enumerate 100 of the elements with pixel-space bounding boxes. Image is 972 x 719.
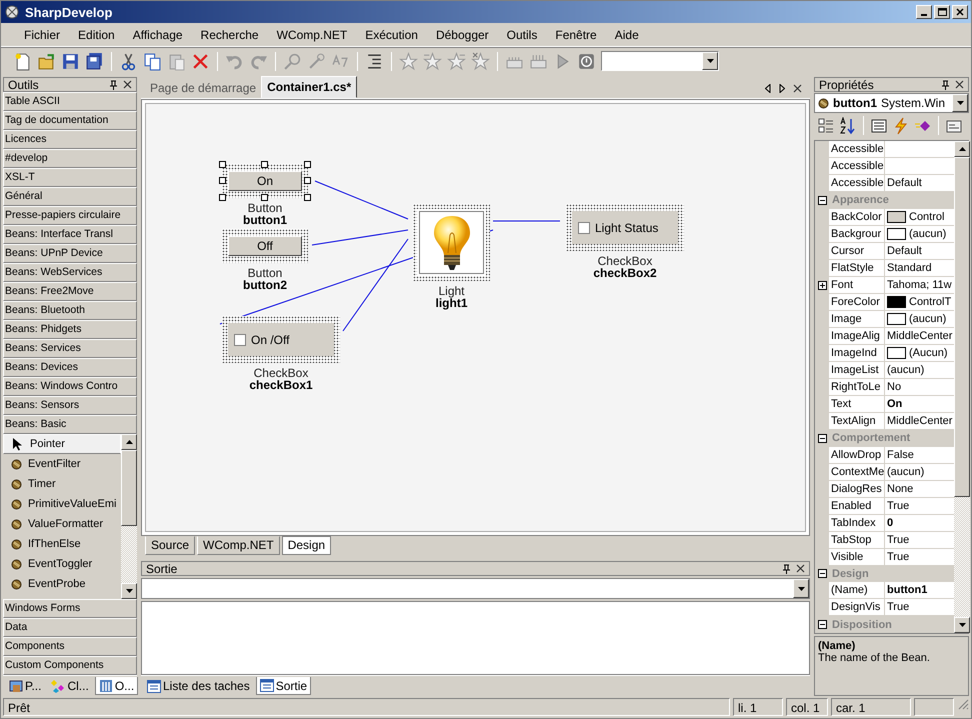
indent-icon[interactable] [365, 52, 384, 70]
menu-item[interactable]: Outils [498, 24, 546, 44]
scroll-up-icon[interactable] [958, 147, 966, 151]
property-row[interactable]: Accessible [815, 141, 954, 158]
property-row[interactable]: RightToLe No [815, 378, 954, 396]
tool-category[interactable]: Beans: Free2Move [3, 282, 137, 301]
minimize-button[interactable] [916, 5, 932, 19]
property-row[interactable]: Text On [815, 396, 954, 413]
property-row[interactable]: Image (aucun) [815, 310, 954, 328]
dropdown-arrow-icon[interactable] [798, 586, 804, 590]
output-source-combo[interactable] [141, 578, 810, 599]
property-value[interactable]: True [887, 550, 910, 562]
tool-category[interactable]: Beans: Phidgets [3, 320, 137, 339]
property-row[interactable]: FlatStyle Standard [815, 260, 954, 277]
tool-item[interactable]: Pointer [3, 434, 121, 454]
property-value[interactable]: Tahoma; 11w [887, 278, 952, 291]
tool-category[interactable]: Beans: UPnP Device [3, 244, 137, 263]
expand-icon[interactable] [818, 280, 826, 290]
tool-category[interactable]: Table ASCII [3, 92, 137, 111]
selection-handle[interactable] [304, 177, 311, 184]
design-canvas[interactable]: On Button button1 Off Button button2 On /Off CheckBox checkBox1 Light light1 Light Status CheckBox checkBox2 [145, 103, 806, 532]
menu-item[interactable]: Recherche [192, 24, 268, 44]
property-value[interactable]: (aucun) [887, 466, 924, 478]
panel-tab[interactable]: Sortie [256, 677, 312, 695]
property-value[interactable]: MiddleCenter [887, 330, 952, 342]
menu-item[interactable]: Affichage [124, 24, 192, 44]
property-row[interactable]: AllowDrop False [815, 446, 954, 464]
component-frame[interactable]: On /Off [222, 316, 340, 363]
categorized-icon[interactable] [817, 116, 835, 134]
menu-item[interactable]: Fenêtre [546, 24, 606, 44]
panel-tab[interactable]: O... [94, 677, 138, 695]
property-row[interactable]: Accessible [815, 158, 954, 175]
property-grid[interactable] [814, 140, 969, 634]
selection-handle[interactable] [304, 194, 311, 201]
property-value[interactable]: (Aucun) [909, 346, 948, 359]
tool-item[interactable]: PrimitiveValueEmi [3, 494, 121, 514]
property-row[interactable]: (Name) button1 [815, 582, 954, 600]
property-row[interactable]: Backgrour (aucun) [815, 226, 954, 243]
selection-handle[interactable] [304, 161, 311, 168]
panel-tab[interactable]: Liste des taches [143, 677, 254, 695]
property-row[interactable]: ImageAlig MiddleCenter [815, 328, 954, 345]
scroll-down-icon[interactable] [126, 589, 132, 593]
tool-category[interactable]: Beans: Basic [3, 415, 137, 434]
property-value[interactable]: (aucun) [887, 364, 924, 376]
selection-handle[interactable] [261, 194, 268, 201]
view-tab[interactable]: Design [282, 536, 332, 555]
property-row[interactable]: TextAlign MiddleCenter [815, 412, 954, 430]
property-row[interactable]: Accessible Default [815, 175, 954, 192]
save-all-icon[interactable] [85, 52, 104, 70]
property-row[interactable]: Cursor Default [815, 242, 954, 260]
toolbar-combo[interactable] [601, 51, 719, 71]
document-tab[interactable]: Page de démarrage [145, 78, 262, 98]
close-button[interactable] [952, 5, 968, 19]
panel-tab[interactable]: Cl... [47, 677, 93, 695]
property-row[interactable]: Visible True [815, 548, 954, 566]
tool-category[interactable]: Beans: Devices [3, 358, 137, 377]
object-selector[interactable]: button1 System.Win [814, 93, 969, 113]
tool-category[interactable]: Beans: Services [3, 339, 137, 358]
property-value[interactable]: 0 [887, 516, 894, 528]
property-value[interactable]: True [887, 601, 910, 614]
tool-category[interactable]: #develop [3, 149, 137, 168]
close-icon[interactable] [793, 84, 802, 93]
property-value[interactable]: button1 [887, 584, 928, 596]
open-folder-icon[interactable] [37, 52, 56, 70]
tool-category[interactable]: Components [3, 637, 137, 656]
property-row[interactable]: ForeColor ControlT [815, 294, 954, 311]
property-value[interactable]: (aucun) [909, 228, 946, 240]
clear-bookmarks-icon[interactable] [471, 52, 490, 70]
selection-handle[interactable] [219, 161, 226, 168]
panel-tab[interactable]: P... [5, 677, 46, 695]
scroll-right-icon[interactable] [779, 84, 785, 93]
property-value[interactable]: Control [909, 210, 944, 223]
property-row[interactable]: DesignVis True [815, 599, 954, 616]
selection-handle[interactable] [219, 194, 226, 201]
sort-alphabetical-icon[interactable] [839, 116, 857, 134]
new-file-icon[interactable] [13, 52, 32, 70]
menu-item[interactable]: WComp.NET [268, 24, 356, 44]
property-value[interactable]: On [887, 398, 902, 410]
property-row[interactable]: TabIndex 0 [815, 514, 954, 532]
tool-category[interactable]: Beans: Interface Transl [3, 225, 137, 244]
component-frame[interactable]: On [222, 164, 308, 198]
selection-handle[interactable] [219, 177, 226, 184]
tool-category[interactable]: Windows Forms [3, 599, 137, 618]
close-icon[interactable] [123, 80, 132, 89]
property-row[interactable]: TabStop True [815, 532, 954, 548]
property-value[interactable]: Standard [887, 262, 932, 274]
tool-category[interactable]: Beans: Sensors [3, 396, 137, 415]
property-value[interactable]: No [887, 380, 902, 393]
scrollbar[interactable] [121, 434, 137, 599]
menu-item[interactable]: Aide [606, 24, 648, 44]
scroll-left-icon[interactable] [765, 84, 771, 93]
property-value[interactable]: None [887, 482, 914, 494]
property-row[interactable]: ImageList (aucun) [815, 362, 954, 379]
property-value[interactable]: (aucun) [909, 312, 946, 325]
view-tab[interactable]: WComp.NET [197, 536, 280, 555]
menu-item[interactable]: Fichier [15, 24, 70, 44]
property-row[interactable]: Font Tahoma; 11w [815, 276, 954, 294]
tool-category[interactable]: Beans: WebServices [3, 263, 137, 282]
close-icon[interactable] [955, 80, 964, 89]
property-value[interactable]: Default [887, 244, 922, 257]
